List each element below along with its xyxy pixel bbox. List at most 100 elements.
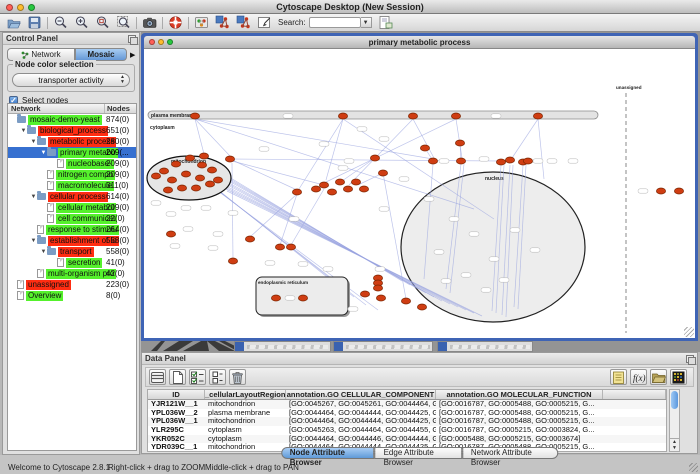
gene-node[interactable]	[417, 304, 426, 310]
layout-network-alt-icon[interactable]	[236, 15, 251, 30]
zoom-in-icon[interactable]	[74, 15, 89, 30]
gene-node[interactable]	[376, 295, 385, 301]
network-view-window[interactable]: primary metabolic process plasma membran…	[141, 33, 698, 341]
tab-node-attribute-browser[interactable]: Node Attribute Browser	[281, 447, 375, 459]
gene-node[interactable]	[177, 185, 186, 191]
gene-node[interactable]	[292, 189, 301, 195]
gene-node[interactable]	[656, 188, 665, 194]
tree-row-overview[interactable]: Overview8(0)	[8, 290, 136, 301]
gene-node[interactable]	[373, 285, 382, 291]
view-resize-grip[interactable]	[684, 327, 694, 337]
node-color-dropdown[interactable]: transporter activity ▲▼	[12, 73, 130, 87]
function-builder-button[interactable]: f(x)	[630, 369, 647, 385]
tab-edge-attribute-browser[interactable]: Edge Attribute Browser	[375, 447, 462, 459]
float-panel-icon[interactable]	[128, 35, 136, 43]
minimized-window-thumbnail[interactable]	[234, 341, 331, 352]
gene-node[interactable]	[166, 231, 175, 237]
gene-node[interactable]	[523, 158, 532, 164]
table-row[interactable]: YPL036W__2plasma membrane[GO:0044464, GO…	[148, 409, 666, 418]
gene-node[interactable]	[163, 187, 172, 193]
gene-node[interactable]	[207, 167, 216, 173]
heatmap-button[interactable]	[670, 369, 687, 385]
gene-node[interactable]	[159, 168, 168, 174]
gene-node[interactable]	[213, 177, 222, 183]
open-folder-icon[interactable]	[6, 15, 21, 30]
tab-overflow-arrow-icon[interactable]: ▶	[130, 51, 135, 59]
gene-node[interactable]	[455, 140, 464, 146]
gene-node[interactable]	[271, 295, 280, 301]
delete-attributes-button[interactable]	[189, 369, 206, 385]
gene-node[interactable]	[451, 113, 460, 119]
gene-node[interactable]	[181, 171, 190, 177]
network-view-titlebar[interactable]: primary metabolic process	[144, 36, 695, 49]
notepad-button[interactable]	[610, 369, 627, 385]
minimized-window-thumbnail[interactable]	[333, 341, 433, 352]
help-lifesaver-icon[interactable]	[168, 15, 183, 30]
gene-node[interactable]	[245, 236, 254, 242]
gene-node[interactable]	[167, 177, 176, 183]
save-icon[interactable]	[27, 15, 42, 30]
gene-node[interactable]	[360, 291, 369, 297]
scrollbar-arrows[interactable]: ▲▼	[670, 438, 679, 451]
tree-column-network[interactable]: Network	[8, 104, 105, 113]
table-column-header[interactable]: annotation.GO MOLECULAR_FUNCTION	[436, 390, 603, 399]
zoom-selected-icon[interactable]	[95, 15, 110, 30]
tree-row-biological-process[interactable]: ▼biological_process651(0)	[8, 125, 136, 136]
gene-node[interactable]	[343, 186, 352, 192]
gene-node[interactable]	[190, 113, 199, 119]
tree-expand-arrow-icon[interactable]: ▼	[40, 249, 47, 255]
tab-network-attribute-browser[interactable]: Network Attribute Browser	[462, 447, 558, 459]
table-column-header[interactable]: ID	[148, 390, 205, 399]
zoom-fit-icon[interactable]	[116, 15, 131, 30]
gene-node[interactable]	[327, 189, 336, 195]
search-input[interactable]	[309, 17, 361, 28]
select-attributes-button[interactable]	[149, 369, 166, 385]
attribute-editor-icon[interactable]	[378, 15, 393, 30]
tree-row-cellular-metabol[interactable]: cellular metabol209(0)	[8, 202, 136, 213]
plasma-membrane-compartment[interactable]	[148, 111, 598, 119]
gene-node[interactable]	[496, 159, 505, 165]
table-column-header[interactable]: annotation.GO CELLULAR_COMPONENT	[286, 390, 436, 399]
gene-node[interactable]	[408, 113, 417, 119]
gene-node[interactable]	[197, 162, 206, 168]
tree-row-cell-communicat[interactable]: cell communicat22(0)	[8, 213, 136, 224]
gene-node[interactable]	[185, 155, 194, 161]
import-button[interactable]	[650, 369, 667, 385]
table-column-header[interactable]: _cellularLayoutRegion	[205, 390, 286, 399]
gene-node[interactable]	[298, 295, 307, 301]
layout-network-icon[interactable]	[215, 15, 230, 30]
tree-row-metabolic-process[interactable]: ▼metabolic process280(0)	[8, 136, 136, 147]
table-row[interactable]: YKR052Ccytoplasm[GO:0044464, GO:0044446,…	[148, 435, 666, 444]
gene-node[interactable]	[420, 145, 429, 151]
gene-node[interactable]	[533, 113, 542, 119]
tree-row-multi-organism-pro[interactable]: multi-organism pro42(0)	[8, 268, 136, 279]
search-dropdown-button[interactable]: ▼	[361, 17, 372, 28]
app-titlebar[interactable]: Cytoscape Desktop (New Session)	[0, 0, 700, 14]
tree-row-establishment-of-lo[interactable]: ▼establishment of lo558(0)	[8, 235, 136, 246]
gene-node[interactable]	[151, 173, 160, 179]
tree-row-nitrogen-compo[interactable]: nitrogen compo209(0)	[8, 169, 136, 180]
tree-row-secretion[interactable]: secretion41(0)	[8, 257, 136, 268]
tree-row-cellular-process[interactable]: ▼cellular process614(0)	[8, 191, 136, 202]
gene-node[interactable]	[199, 153, 208, 159]
gene-node[interactable]	[195, 175, 204, 181]
window-resize-grip[interactable]	[689, 463, 698, 472]
gene-node[interactable]	[275, 244, 284, 250]
match-attributes-button[interactable]	[209, 369, 226, 385]
gene-node[interactable]	[378, 170, 387, 176]
tree-expand-arrow-icon[interactable]: ▼	[20, 128, 27, 134]
gene-node[interactable]	[674, 188, 683, 194]
float-panel-icon[interactable]	[686, 355, 694, 363]
tree-expand-arrow-icon[interactable]: ▼	[30, 139, 37, 145]
annotation-icon[interactable]	[257, 15, 272, 30]
snapshot-camera-icon[interactable]	[142, 15, 157, 30]
tree-row-unassigned[interactable]: unassigned223(0)	[8, 279, 136, 290]
gene-node[interactable]	[311, 186, 320, 192]
minimized-window-thumbnail[interactable]	[437, 341, 533, 352]
new-attribute-button[interactable]	[169, 369, 186, 385]
gene-node[interactable]	[351, 179, 360, 185]
vizmapper-icon[interactable]	[194, 15, 209, 30]
tree-row-primary-metabo[interactable]: ▼primary metabo209(...	[8, 147, 136, 158]
gene-node[interactable]	[191, 185, 200, 191]
scrollbar-thumb[interactable]	[671, 391, 678, 409]
